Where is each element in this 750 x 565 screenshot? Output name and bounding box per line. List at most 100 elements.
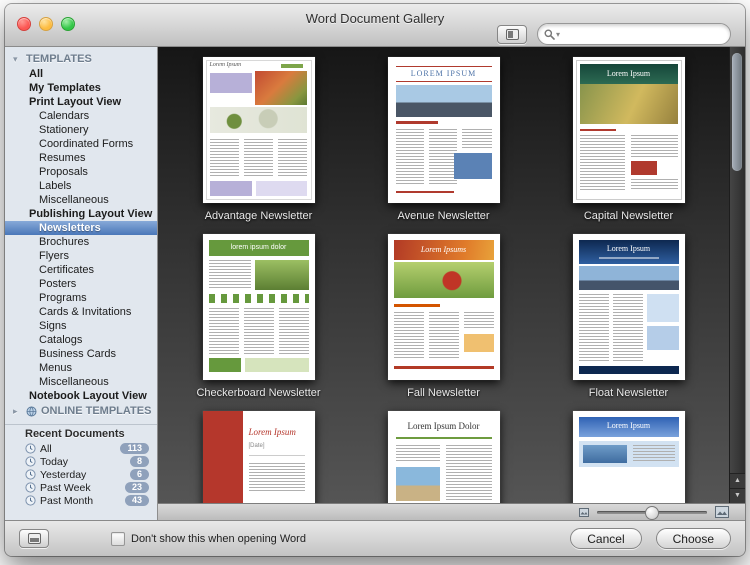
count-badge: 6	[130, 469, 149, 480]
thumbnail-art: LOREM IPSUM	[388, 57, 500, 203]
panel-icon	[28, 533, 41, 544]
search-input[interactable]	[563, 27, 724, 41]
sidebar-item-posters[interactable]: Posters	[5, 277, 157, 291]
sidebar-separator	[5, 424, 157, 425]
titlebar-controls: ▾	[497, 23, 731, 45]
small-thumbnails-icon[interactable]	[579, 508, 589, 517]
scrollbar-thumb[interactable]	[732, 53, 742, 171]
count-badge: 43	[125, 495, 149, 506]
thumb-headline: Lorem Ipsum	[573, 421, 685, 430]
zoom-strip	[158, 503, 745, 520]
template-card-float[interactable]: Lorem Ipsum Float Newsletter	[566, 234, 692, 399]
template-label: Advantage Newsletter	[196, 210, 322, 222]
recent-item-past-month[interactable]: Past Month 43	[5, 494, 157, 507]
large-thumbnails-icon[interactable]	[715, 506, 729, 518]
sidebar-item-menus[interactable]: Menus	[5, 361, 157, 375]
sidebar-item-flyers[interactable]: Flyers	[5, 249, 157, 263]
thumbnail-art: lorem ipsum dolor	[203, 234, 315, 380]
template-card-checkerboard[interactable]: lorem ipsum dolor Checkerboard Newslette…	[196, 234, 322, 399]
sidebar-item-miscellaneous-print[interactable]: Miscellaneous	[5, 193, 157, 207]
gallery-toggle-button[interactable]	[19, 529, 49, 548]
sidebar-item-signs[interactable]: Signs	[5, 319, 157, 333]
sidebar-item-all[interactable]: All	[5, 67, 157, 81]
content-area: ▾ TEMPLATES All My Templates Print Layou…	[5, 47, 745, 520]
count-badge: 113	[120, 443, 149, 454]
dont-show-option[interactable]: Don't show this when opening Word	[111, 532, 306, 546]
recent-item-yesterday[interactable]: Yesterday 6	[5, 468, 157, 481]
recent-item-all[interactable]: All 113	[5, 442, 157, 455]
thumb-subline: [Date]	[249, 443, 265, 449]
sidebar-item-cards-invitations[interactable]: Cards & Invitations	[5, 305, 157, 319]
thumb-headline: Lorem Ipsum	[573, 69, 685, 78]
thumb-headline: Lorem Ipsum	[249, 427, 296, 437]
template-card-fall[interactable]: Lorem Ipsums Fall Newsletter	[381, 234, 507, 399]
sidebar-item-catalogs[interactable]: Catalogs	[5, 333, 157, 347]
slider-thumb[interactable]	[645, 506, 659, 520]
template-card-capital[interactable]: Lorem Ipsum Capital Newsletter	[566, 57, 692, 222]
thumbnail-art: Lorem Ipsum	[573, 411, 685, 503]
scroll-up-button[interactable]: ▲	[730, 473, 745, 488]
sidebar-item-newsletters[interactable]: Newsletters	[5, 221, 157, 235]
clock-icon	[25, 495, 36, 506]
sidebar-item-coordinated-forms[interactable]: Coordinated Forms	[5, 137, 157, 151]
count-badge: 23	[125, 482, 149, 493]
template-card-8[interactable]: Lorem Ipsum Dolor	[381, 411, 507, 503]
title-bar[interactable]: Word Document Gallery ▾	[5, 4, 745, 47]
thumbnail-art: Lorem Ipsum	[573, 234, 685, 380]
sidebar-item-print-layout-view[interactable]: Print Layout View	[5, 95, 157, 109]
template-label: Capital Newsletter	[566, 210, 692, 222]
sidebar-item-stationery[interactable]: Stationery	[5, 123, 157, 137]
template-label: Float Newsletter	[566, 387, 692, 399]
recent-item-label: Past Week	[40, 482, 91, 494]
sidebar-item-proposals[interactable]: Proposals	[5, 165, 157, 179]
templates-header-label: TEMPLATES	[26, 51, 92, 67]
thumbnail-art: Lorem Ipsum	[573, 57, 685, 203]
clock-icon	[25, 482, 36, 493]
template-card-avenue[interactable]: LOREM IPSUM Avenue Newsletter	[381, 57, 507, 222]
template-label: Checkerboard Newsletter	[196, 387, 322, 399]
sidebar-item-my-templates[interactable]: My Templates	[5, 81, 157, 95]
thumbnail-size-slider[interactable]	[597, 511, 707, 514]
recent-item-today[interactable]: Today 8	[5, 455, 157, 468]
recent-item-label: Yesterday	[40, 469, 86, 481]
sidebar-item-certificates[interactable]: Certificates	[5, 263, 157, 277]
search-field[interactable]: ▾	[537, 23, 731, 45]
clock-icon	[25, 469, 36, 480]
recent-documents-header: Recent Documents	[5, 427, 157, 442]
sidebar-item-publishing-layout-view[interactable]: Publishing Layout View	[5, 207, 157, 221]
sidebar-item-brochures[interactable]: Brochures	[5, 235, 157, 249]
word-document-gallery-window: Word Document Gallery ▾ ▾ TEMPLATES All …	[5, 4, 745, 556]
sidebar-item-programs[interactable]: Programs	[5, 291, 157, 305]
thumb-headline: Lorem Ipsums	[388, 245, 500, 254]
sidebar-item-business-cards[interactable]: Business Cards	[5, 347, 157, 361]
online-templates-section-header[interactable]: ▸ ONLINE TEMPLATES	[5, 403, 157, 419]
sidebar-item-labels[interactable]: Labels	[5, 179, 157, 193]
scroll-down-button[interactable]: ▼	[730, 488, 745, 503]
template-card-7[interactable]: Lorem Ipsum [Date]	[196, 411, 322, 503]
thumbnail-art: Lorem Ipsum [Date]	[203, 411, 315, 503]
thumb-headline: lorem ipsum dolor	[203, 244, 315, 251]
search-menu-chevron-icon[interactable]: ▾	[556, 30, 560, 39]
recent-item-past-week[interactable]: Past Week 23	[5, 481, 157, 494]
template-card-advantage[interactable]: Lorem Ipsum Advantage Newsletter	[196, 57, 322, 222]
cancel-button[interactable]: Cancel	[570, 528, 641, 549]
recent-item-label: Today	[40, 456, 68, 468]
template-label: Fall Newsletter	[381, 387, 507, 399]
clock-icon	[25, 456, 36, 467]
thumbnail-art: Lorem Ipsum	[203, 57, 315, 203]
sidebar-item-miscellaneous-publishing[interactable]: Miscellaneous	[5, 375, 157, 389]
panel-icon	[506, 29, 519, 40]
disclosure-triangle-down-icon: ▾	[13, 51, 22, 67]
sidebar-item-calendars[interactable]: Calendars	[5, 109, 157, 123]
sidebar: ▾ TEMPLATES All My Templates Print Layou…	[5, 47, 158, 520]
choose-button[interactable]: Choose	[656, 528, 731, 549]
template-card-9[interactable]: Lorem Ipsum	[566, 411, 692, 503]
thumbnail-art: Lorem Ipsum Dolor	[388, 411, 500, 503]
templates-section-header[interactable]: ▾ TEMPLATES	[5, 51, 157, 67]
footer-bar: Don't show this when opening Word Cancel…	[5, 520, 745, 556]
gallery-scrollbar[interactable]: ▲ ▼	[729, 47, 745, 503]
sidebar-item-resumes[interactable]: Resumes	[5, 151, 157, 165]
sidebar-item-notebook-layout-view[interactable]: Notebook Layout View	[5, 389, 157, 403]
dont-show-checkbox[interactable]	[111, 532, 125, 546]
media-browser-button[interactable]	[497, 25, 527, 44]
